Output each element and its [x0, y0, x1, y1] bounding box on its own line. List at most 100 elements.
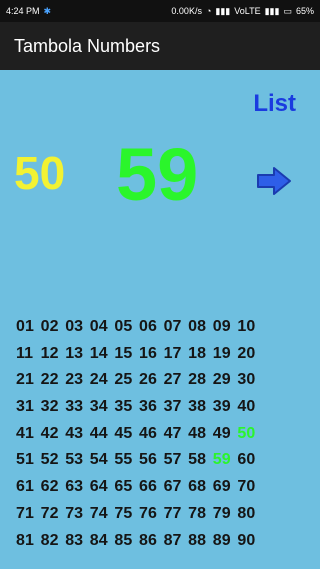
number-cell: 52 — [40, 451, 59, 469]
next-arrow-icon[interactable] — [256, 166, 292, 196]
carrier-label: VoLTE — [234, 6, 261, 16]
network-speed: 0.00K/s — [171, 6, 202, 16]
number-cell: 53 — [65, 451, 84, 469]
number-cell: 25 — [114, 371, 133, 389]
number-cell: 45 — [114, 424, 133, 442]
battery-icon: ▭ — [283, 5, 292, 16]
number-cell: 29 — [212, 371, 231, 389]
number-cell: 22 — [40, 371, 59, 389]
number-cell: 56 — [138, 451, 157, 469]
number-cell: 90 — [237, 531, 256, 549]
number-cell: 23 — [65, 371, 84, 389]
number-cell: 27 — [163, 371, 182, 389]
number-cell: 87 — [163, 531, 182, 549]
number-cell: 37 — [163, 398, 182, 416]
number-cell: 11 — [16, 344, 34, 362]
number-cell: 16 — [138, 344, 157, 362]
number-cell: 03 — [65, 318, 84, 335]
number-cell: 83 — [65, 531, 84, 549]
number-cell: 89 — [212, 531, 231, 549]
number-cell: 73 — [65, 504, 84, 522]
board-row: 51 52 53 54 55 56 57 58 59 60 — [16, 451, 316, 478]
number-cell: 20 — [237, 344, 256, 362]
number-cell: 26 — [138, 371, 157, 389]
number-cell: 82 — [40, 531, 59, 549]
number-cell: 31 — [16, 398, 34, 416]
board-row: 01 02 03 04 05 06 07 08 09 10 — [16, 318, 316, 345]
number-cell: 21 — [16, 371, 34, 389]
number-cell: 40 — [237, 398, 256, 416]
number-cell: 61 — [16, 478, 34, 496]
number-cell: 64 — [89, 478, 108, 496]
number-cell: 04 — [89, 318, 108, 335]
number-cell: 39 — [212, 398, 231, 416]
signal-icon: ▮▮▮ — [215, 5, 231, 16]
number-cell: 55 — [114, 451, 133, 469]
number-cell: 47 — [163, 424, 182, 442]
number-cell: 48 — [188, 424, 207, 442]
app-bar: Tambola Numbers — [0, 22, 320, 70]
number-cell: 81 — [16, 531, 34, 549]
number-cell: 24 — [89, 371, 108, 389]
number-cell: 62 — [40, 478, 59, 496]
number-cell: 66 — [138, 478, 157, 496]
number-cell: 38 — [188, 398, 207, 416]
status-bar: 4:24 PM ✱ 0.00K/s ◔ ▮▮▮ VoLTE ▮▮▮ ▭ 65% — [0, 0, 320, 22]
number-cell: 19 — [212, 344, 231, 362]
called-number-cell: 50 — [237, 424, 256, 442]
number-cell: 13 — [65, 344, 84, 362]
number-cell: 69 — [212, 478, 231, 496]
number-cell: 79 — [212, 504, 231, 522]
number-cell: 74 — [89, 504, 108, 522]
number-cell: 71 — [16, 504, 34, 522]
number-cell: 06 — [138, 318, 157, 335]
number-cell: 15 — [114, 344, 133, 362]
number-cell: 17 — [163, 344, 182, 362]
number-cell: 75 — [114, 504, 133, 522]
number-cell: 46 — [138, 424, 157, 442]
board-row: 31 32 33 34 35 36 37 38 39 40 — [16, 398, 316, 425]
app-title: Tambola Numbers — [14, 35, 161, 56]
number-cell: 01 — [16, 318, 34, 335]
number-cell: 84 — [89, 531, 108, 549]
number-cell: 76 — [138, 504, 157, 522]
number-cell: 02 — [40, 318, 59, 335]
number-cell: 07 — [163, 318, 182, 335]
number-cell: 68 — [188, 478, 207, 496]
number-cell: 30 — [237, 371, 256, 389]
number-cell: 32 — [40, 398, 59, 416]
board-row: 11 12 13 14 15 16 17 18 19 20 — [16, 345, 316, 372]
board-row: 81 82 83 84 85 86 87 88 89 90 — [16, 532, 316, 559]
number-cell: 33 — [65, 398, 84, 416]
board-row: 41 42 43 44 45 46 47 48 49 50 — [16, 425, 316, 452]
number-cell: 80 — [237, 504, 256, 522]
number-cell: 12 — [40, 344, 59, 362]
status-left: 4:24 PM ✱ — [6, 6, 51, 17]
board-row: 21 22 23 24 25 26 27 28 29 30 — [16, 371, 316, 398]
battery-level: 65% — [295, 6, 314, 16]
number-cell: 42 — [40, 424, 59, 442]
number-cell: 09 — [212, 318, 231, 335]
called-number-cell: 59 — [212, 451, 231, 469]
number-cell: 18 — [188, 344, 207, 362]
number-cell: 43 — [65, 424, 84, 442]
number-cell: 44 — [89, 424, 108, 442]
board-row: 71 72 73 74 75 76 77 78 79 80 — [16, 505, 316, 532]
wifi-icon: ◔ — [205, 6, 212, 16]
number-cell: 63 — [65, 478, 84, 496]
number-cell: 78 — [188, 504, 207, 522]
board-row: 61 62 63 64 65 66 67 68 69 70 — [16, 478, 316, 505]
number-cell: 05 — [114, 318, 133, 335]
number-cell: 54 — [89, 451, 108, 469]
notification-icon: ✱ — [43, 5, 52, 16]
number-cell: 58 — [188, 451, 207, 469]
number-cell: 77 — [163, 504, 182, 522]
previous-number: 50 — [14, 147, 66, 199]
number-cell: 49 — [212, 424, 231, 442]
list-button[interactable]: List — [253, 90, 296, 118]
number-cell: 41 — [16, 424, 34, 442]
signal-icon-2: ▮▮▮ — [264, 5, 280, 16]
number-cell: 57 — [163, 451, 182, 469]
status-right: 0.00K/s ◔ ▮▮▮ VoLTE ▮▮▮ ▭ 65% — [171, 6, 314, 17]
number-cell: 36 — [138, 398, 157, 416]
